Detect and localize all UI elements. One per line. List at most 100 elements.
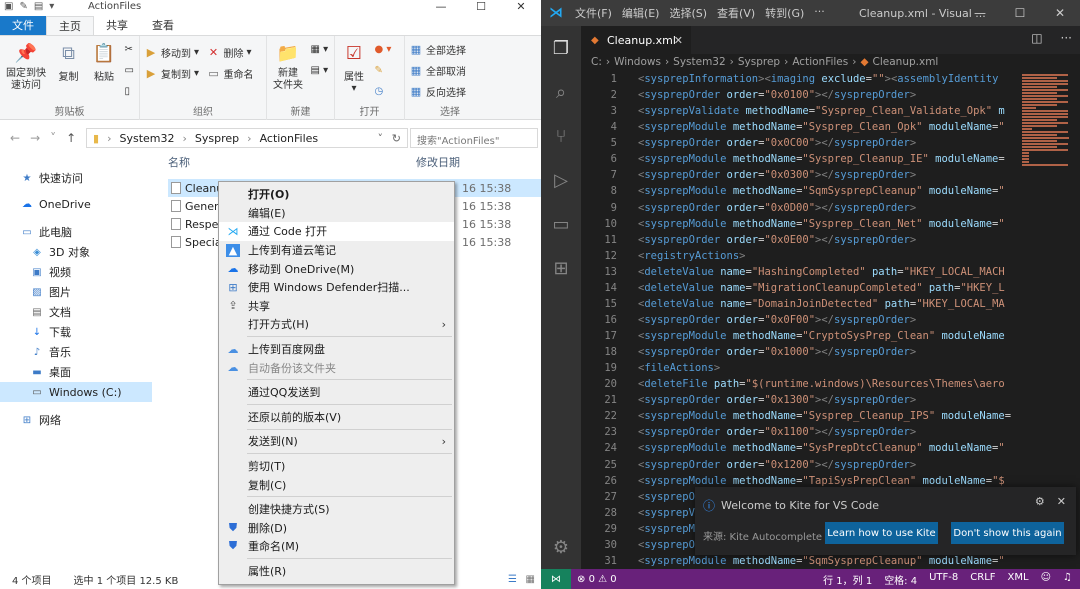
select-none-button[interactable]: ▦ 全部取消: [409, 61, 466, 79]
context-menu-item[interactable]: ⊞ 使用 Windows Defender扫描...: [219, 278, 454, 297]
breadcrumb-item[interactable]: Sysprep: [738, 56, 780, 72]
code-line[interactable]: 5 <sysprepOrder order="0x0C00"></sysprepO…: [581, 137, 1018, 153]
cut-icon[interactable]: ✂: [125, 40, 134, 58]
code-line[interactable]: 11 <sysprepOrder order="0x0E00"></sysprep…: [581, 234, 1018, 250]
nav-item[interactable]: ⊞ 网络: [0, 410, 152, 430]
nav-item[interactable]: ▣ 视频: [0, 262, 152, 282]
code-line[interactable]: 31 <sysprepModule methodName="SqmSysprepC…: [581, 555, 1018, 569]
close-button[interactable]: ✕: [501, 0, 541, 14]
end-of-line[interactable]: CRLF: [970, 572, 995, 587]
code-line[interactable]: 21 <sysprepOrder order="0x1300"></sysprep…: [581, 394, 1018, 410]
vscode-maximize-button[interactable]: ☐: [1000, 0, 1040, 26]
forward-arrow-icon[interactable]: →: [30, 131, 40, 145]
up-arrow-icon[interactable]: ↑: [66, 131, 76, 145]
search-icon[interactable]: ⌕: [541, 70, 581, 114]
context-menu-item[interactable]: 复制(C): [219, 475, 454, 494]
code-line[interactable]: 16 <sysprepOrder order="0x0F00"></sysprep…: [581, 314, 1018, 330]
details-view-icon[interactable]: ☰: [508, 574, 517, 585]
context-menu-item[interactable]: 创建快捷方式(S): [219, 500, 454, 519]
code-line[interactable]: 13 <deleteValue name="HashingCompleted" p…: [581, 266, 1018, 282]
refresh-icon[interactable]: ↻: [392, 132, 401, 145]
code-line[interactable]: 3 <sysprepValidate methodName="Sysprep_Cl…: [581, 105, 1018, 121]
context-menu-item[interactable]: 属性(R): [219, 562, 454, 581]
problems-indicator[interactable]: ⊗ 0 ⚠ 0: [577, 574, 617, 585]
feedback-icon[interactable]: ☺: [1041, 572, 1051, 587]
menu-more[interactable]: ···: [814, 5, 825, 21]
copy-to-button[interactable]: ▶ 复制到 ▾: [144, 64, 199, 82]
breadcrumb-system32[interactable]: System32: [119, 132, 174, 145]
context-menu-item[interactable]: ⇪ 共享: [219, 297, 454, 316]
open-icon[interactable]: ● ▾: [375, 40, 392, 58]
column-header-name[interactable]: 名称: [168, 154, 190, 170]
cursor-position[interactable]: 行 1，列 1: [823, 572, 872, 587]
learn-kite-button[interactable]: Learn how to use Kite: [825, 522, 938, 544]
code-line[interactable]: 4 <sysprepModule methodName="Sysprep_Clea…: [581, 121, 1018, 137]
tab-share[interactable]: 共享: [94, 16, 140, 35]
nav-item[interactable]: ▤ 文档: [0, 302, 152, 322]
copy-path-icon[interactable]: ▭: [125, 61, 134, 79]
context-menu-item[interactable]: ⛊ 重命名(M): [219, 537, 454, 556]
nav-item[interactable]: ◈ 3D 对象: [0, 242, 152, 262]
indentation[interactable]: 空格: 4: [884, 572, 917, 587]
minimap[interactable]: [1022, 73, 1072, 166]
new-folder-button[interactable]: 📁 新建 文件夹: [271, 40, 305, 92]
code-line[interactable]: 6 <sysprepModule methodName="Sysprep_Clea…: [581, 153, 1018, 169]
history-icon[interactable]: ◷: [375, 82, 392, 100]
menu-file[interactable]: 文件(F): [575, 5, 612, 21]
code-line[interactable]: 23 <sysprepOrder order="0x1100"></sysprep…: [581, 426, 1018, 442]
context-menu-item[interactable]: ⛊ 删除(D): [219, 519, 454, 538]
dropdown-icon[interactable]: ▾: [49, 1, 54, 12]
remote-explorer-icon[interactable]: ▭: [541, 202, 581, 246]
encoding[interactable]: UTF-8: [929, 572, 958, 587]
more-actions-icon[interactable]: ···: [1061, 31, 1072, 45]
code-line[interactable]: 12 <registryActions>: [581, 250, 1018, 266]
nav-item[interactable]: ▭ Windows (C:): [0, 382, 152, 402]
menu-selection[interactable]: 选择(S): [669, 5, 707, 21]
run-debug-icon[interactable]: ▷: [541, 158, 581, 202]
code-line[interactable]: 7 <sysprepOrder order="0x0300"></sysprepO…: [581, 169, 1018, 185]
settings-gear-icon[interactable]: ⚙: [541, 525, 581, 569]
nav-item[interactable]: ★ 快速访问: [0, 168, 152, 188]
close-tab-icon[interactable]: ✕: [674, 34, 683, 47]
address-bar[interactable]: ▮ › System32 › Sysprep › ActionFiles ˅ ↻: [86, 128, 408, 148]
new-item-icon[interactable]: ▦ ▾: [311, 40, 329, 58]
nav-item[interactable]: ▨ 图片: [0, 282, 152, 302]
breadcrumb-item[interactable]: Cleanup.xml: [873, 56, 939, 72]
breadcrumb-item[interactable]: ActionFiles: [792, 56, 848, 72]
context-menu-item[interactable]: 打开方式(H) ›: [219, 315, 454, 334]
pin-quick-access-button[interactable]: 📌 固定到快 速访问: [4, 40, 48, 92]
breadcrumb-item[interactable]: Windows: [614, 56, 661, 72]
code-line[interactable]: 8 <sysprepModule methodName="SqmSysprepCl…: [581, 185, 1018, 201]
close-icon[interactable]: ✕: [1057, 495, 1066, 508]
context-menu-item[interactable]: 编辑(E): [219, 204, 454, 223]
copy-button[interactable]: ⧉ 复制: [54, 40, 84, 84]
remote-indicator-icon[interactable]: ⋈: [541, 569, 571, 589]
menu-edit[interactable]: 编辑(E): [622, 5, 660, 21]
edit-icon[interactable]: ✎: [375, 61, 392, 79]
context-menu-item[interactable]: ⋊ 通过 Code 打开: [219, 222, 454, 241]
maximize-button[interactable]: ☐: [461, 0, 501, 14]
code-line[interactable]: 20 <deleteFile path="$(runtime.windows)\R…: [581, 378, 1018, 394]
context-menu-item[interactable]: 通过QQ发送到: [219, 383, 454, 402]
context-menu-item[interactable]: ☁ 移动到 OneDrive(M): [219, 259, 454, 278]
code-line[interactable]: 25 <sysprepOrder order="0x1200"></sysprep…: [581, 459, 1018, 475]
context-menu-item[interactable]: 打开(O): [219, 185, 454, 204]
minimize-button[interactable]: —: [421, 0, 461, 14]
breadcrumb-actionfiles[interactable]: ActionFiles: [260, 132, 319, 145]
code-line[interactable]: 18 <sysprepOrder order="0x1000"></sysprep…: [581, 346, 1018, 362]
context-menu-item[interactable]: ☁ 上传到百度网盘: [219, 340, 454, 359]
select-all-button[interactable]: ▦ 全部选择: [409, 40, 466, 58]
menu-go[interactable]: 转到(G): [765, 5, 804, 21]
nav-item[interactable]: ▭ 此电脑: [0, 222, 152, 242]
editor-tab-cleanup-xml[interactable]: ◆ Cleanup.xml ✕: [581, 26, 691, 54]
dont-show-again-button[interactable]: Don't show this again: [951, 522, 1064, 544]
large-icons-view-icon[interactable]: ▦: [526, 574, 535, 585]
gear-icon[interactable]: ⚙: [1035, 495, 1045, 508]
context-menu-item[interactable]: ▲ 上传到有道云笔记: [219, 241, 454, 260]
tab-file[interactable]: 文件: [0, 16, 46, 35]
code-line[interactable]: 1 <sysprepInformation><imaging exclude=""…: [581, 73, 1018, 89]
code-line[interactable]: 10 <sysprepModule methodName="Sysprep_Cle…: [581, 218, 1018, 234]
source-control-icon[interactable]: ⑂: [541, 114, 581, 158]
back-arrow-icon[interactable]: ←: [10, 131, 20, 145]
extensions-icon[interactable]: ⊞: [541, 246, 581, 290]
